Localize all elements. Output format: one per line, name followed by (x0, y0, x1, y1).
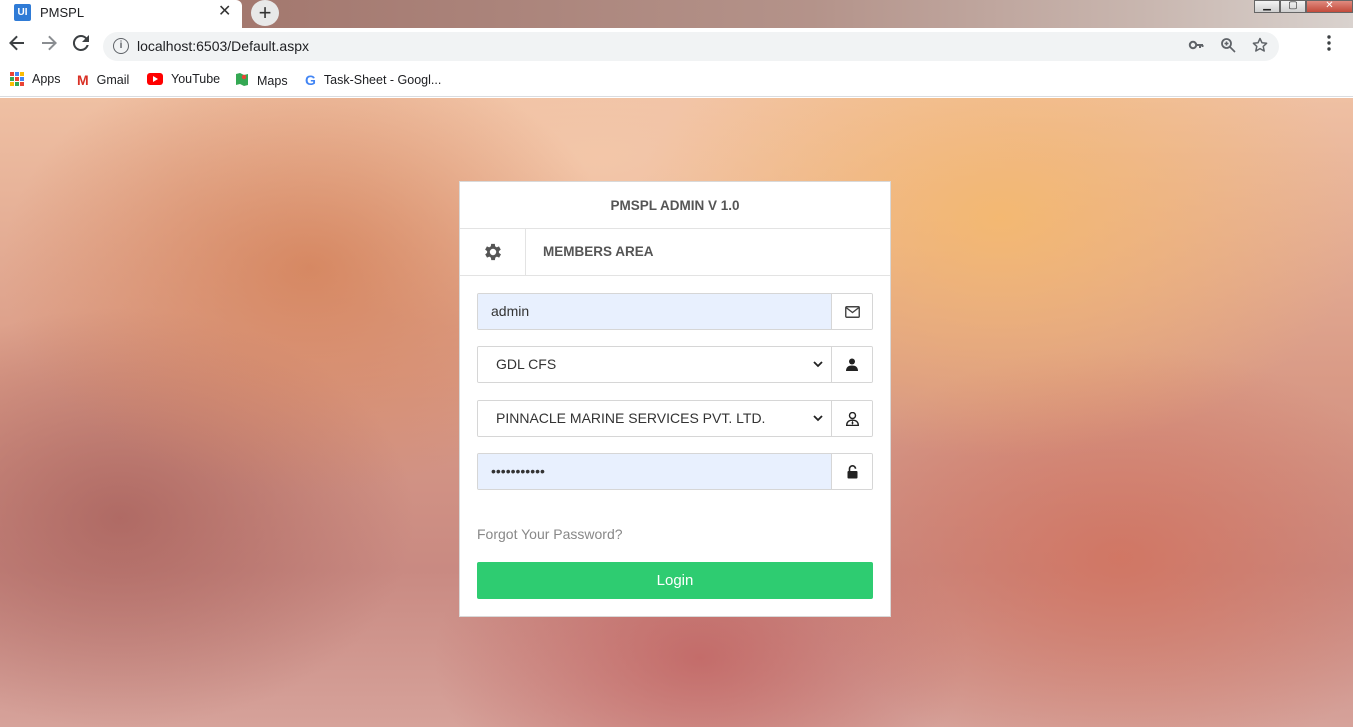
new-tab-button[interactable]: + (251, 0, 279, 26)
gmail-icon: M (77, 72, 89, 88)
bookmark-task-sheet[interactable]: G Task-Sheet - Googl... (305, 72, 441, 88)
password-input[interactable] (478, 454, 832, 489)
chevron-down-icon (813, 415, 823, 422)
location-select[interactable]: GDL CFS (478, 347, 832, 382)
apps-grid-icon (10, 72, 24, 86)
browser-menu-icon[interactable] (1326, 35, 1332, 54)
bookmark-maps[interactable]: Maps (235, 72, 288, 89)
google-icon: G (305, 72, 316, 88)
address-bar[interactable]: i localhost:6503/Default.aspx (103, 32, 1279, 61)
window-controls: ▁ ▢ ✕ (1254, 0, 1353, 14)
tab-close-icon[interactable]: ✕ (218, 3, 231, 21)
login-button[interactable]: Login (477, 562, 873, 599)
youtube-icon (147, 73, 163, 85)
bookmark-label: Apps (32, 72, 61, 86)
maps-icon (235, 72, 249, 89)
bookmark-star-icon[interactable] (1252, 37, 1268, 57)
location-selected-value: GDL CFS (496, 356, 557, 372)
bookmark-label: Task-Sheet - Googl... (323, 73, 442, 87)
bookmark-label: Gmail (96, 73, 130, 87)
browser-tabstrip: UI PMSPL ✕ + ▁ ▢ ✕ (0, 0, 1353, 28)
location-select-group: GDL CFS (477, 346, 873, 383)
window-maximize-button[interactable]: ▢ (1280, 0, 1306, 13)
zoom-icon[interactable] (1220, 37, 1236, 57)
bookmarks-bar: Apps M Gmail YouTube Maps G Task-Sheet -… (0, 66, 1353, 97)
bookmark-label: Maps (257, 73, 288, 88)
chevron-down-icon (813, 361, 823, 368)
browser-tab-active[interactable]: UI PMSPL ✕ (0, 0, 242, 28)
unlock-icon (831, 454, 872, 489)
window-minimize-button[interactable]: ▁ (1254, 0, 1280, 13)
username-field-group (477, 293, 873, 330)
bookmark-youtube[interactable]: YouTube (147, 72, 220, 86)
password-field-group (477, 453, 873, 490)
address-url[interactable]: localhost:6503/Default.aspx (137, 38, 309, 54)
page-background: PMSPL ADMIN V 1.0 MEMBERS AREA GDL CFS (0, 98, 1353, 727)
company-selected-value: PINNACLE MARINE SERVICES PVT. LTD. (496, 410, 766, 426)
reload-icon[interactable] (70, 34, 92, 58)
bookmark-label: YouTube (171, 72, 221, 86)
gear-icon (460, 229, 526, 275)
key-icon[interactable] (1188, 37, 1204, 57)
forgot-password-link[interactable]: Forgot Your Password? (477, 526, 623, 542)
user-tie-icon (831, 401, 872, 436)
tab-title: PMSPL (40, 5, 85, 20)
bookmark-gmail[interactable]: M Gmail (77, 72, 129, 88)
envelope-icon (831, 294, 872, 329)
members-area-header: MEMBERS AREA (460, 229, 890, 276)
user-icon (831, 347, 872, 382)
site-info-icon[interactable]: i (113, 38, 129, 54)
tab-favicon-icon: UI (14, 4, 31, 21)
username-input[interactable] (478, 294, 832, 329)
forward-arrow-icon[interactable] (38, 34, 60, 58)
login-card: PMSPL ADMIN V 1.0 MEMBERS AREA GDL CFS (459, 181, 891, 617)
bookmark-apps[interactable]: Apps (10, 72, 61, 86)
company-select-group: PINNACLE MARINE SERVICES PVT. LTD. (477, 400, 873, 437)
back-arrow-icon[interactable] (6, 34, 28, 58)
window-close-button[interactable]: ✕ (1306, 0, 1353, 13)
section-title: MEMBERS AREA (543, 244, 654, 259)
browser-toolbar: i localhost:6503/Default.aspx (0, 28, 1353, 66)
app-title: PMSPL ADMIN V 1.0 (460, 182, 890, 229)
company-select[interactable]: PINNACLE MARINE SERVICES PVT. LTD. (478, 401, 832, 436)
